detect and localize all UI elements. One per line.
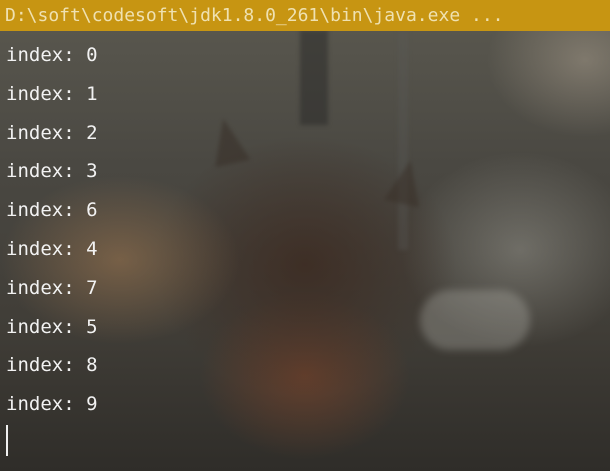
console-line: index: 1: [6, 82, 98, 105]
console-line: index: 8: [6, 354, 98, 377]
console-line: index: 9: [6, 393, 98, 416]
console-window[interactable]: D:\soft\codesoft\jdk1.8.0_261\bin\java.e…: [0, 0, 610, 471]
text-cursor: [6, 425, 8, 456]
console-line: index: 5: [6, 315, 98, 338]
console-line: index: 7: [6, 276, 98, 299]
console-output: index: 0 index: 1 index: 2 index: 3 inde…: [6, 38, 98, 426]
console-line: index: 0: [6, 44, 98, 66]
title-bar[interactable]: D:\soft\codesoft\jdk1.8.0_261\bin\java.e…: [0, 0, 610, 31]
console-line: index: 4: [6, 237, 98, 260]
console-line: index: 6: [6, 199, 98, 222]
window-title: D:\soft\codesoft\jdk1.8.0_261\bin\java.e…: [5, 5, 504, 26]
console-line: index: 2: [6, 121, 98, 144]
console-line: index: 3: [6, 160, 98, 183]
